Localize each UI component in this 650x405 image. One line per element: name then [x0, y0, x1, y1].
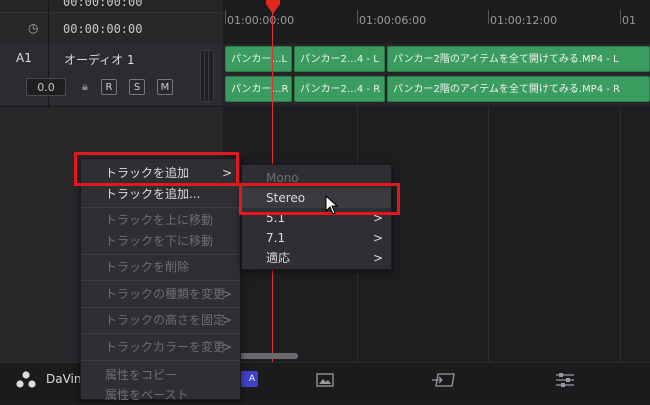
clip-left-3[interactable]: パンカー2階のアイテムを全て開けてみる.MP4 - L — [387, 46, 650, 72]
track-context-menu: トラックを追加 > トラックを追加... トラックを上に移動 トラックを下に移動 … — [80, 158, 241, 402]
menu-item-move-track-down[interactable]: トラックを下に移動 — [81, 231, 240, 251]
resolve-logo-icon — [16, 371, 36, 388]
menu-item-move-track-up[interactable]: トラックを上に移動 — [81, 210, 240, 230]
timecode-row-top: 00:00:00:00 — [0, 0, 223, 13]
highlight-box-add-track — [74, 152, 239, 186]
fairlight-page-badge[interactable]: A — [240, 371, 258, 387]
playhead-handle[interactable] — [266, 4, 280, 14]
solo-button[interactable]: S — [129, 79, 145, 95]
menu-item-label: トラックの高さを固定 — [105, 313, 226, 327]
highlight-box-stereo — [239, 183, 400, 215]
grid-line — [620, 106, 621, 362]
audio-track-header[interactable]: A1 オーディオ 1 — [0, 44, 223, 107]
menu-item-paste-attributes[interactable]: 属性をペースト — [81, 385, 240, 405]
ruler-tick — [488, 10, 489, 24]
chevron-right-icon: > — [221, 340, 232, 354]
menu-separator — [81, 280, 240, 281]
chevron-right-icon: > — [221, 313, 232, 327]
track-name[interactable]: オーディオ 1 — [64, 51, 135, 68]
track-id: A1 — [16, 51, 32, 65]
record-button[interactable]: R — [101, 79, 117, 95]
deliver-page-icon[interactable] — [432, 372, 458, 388]
ruler-tick-label: 01 — [622, 14, 636, 27]
menu-separator — [81, 254, 240, 255]
add-track-submenu: Mono Stereo 5.1 > 7.1 > 適応 > — [241, 164, 392, 270]
menu-item-label: 属性をコピー — [105, 368, 178, 382]
menu-item-change-track-type[interactable]: トラックの種類を変更 > — [81, 284, 240, 304]
clip-right-1[interactable]: パンカー…R — [225, 76, 292, 102]
ruler-tick-label: 01:00:00:00 — [227, 14, 295, 27]
chevron-right-icon: > — [372, 251, 383, 265]
audio-meter — [200, 50, 214, 102]
timecode-row: ◷ 00:00:00:00 — [0, 13, 223, 45]
clip-right-3[interactable]: パンカー2階のアイテムを全て開けてみる.MP4 - R — [387, 76, 650, 102]
timecode-current: 00:00:00:00 — [63, 22, 143, 36]
submenu-item-7-1[interactable]: 7.1 > — [242, 228, 391, 248]
mouse-cursor-icon — [325, 195, 339, 215]
menu-separator — [81, 207, 240, 208]
menu-item-copy-attributes[interactable]: 属性をコピー — [81, 365, 240, 385]
menu-item-change-track-color[interactable]: トラックカラーを変更 > — [81, 337, 240, 357]
lock-icon[interactable]: 🔒︎ — [82, 80, 88, 94]
submenu-item-label: 適応 — [266, 251, 291, 265]
ruler-tick — [225, 10, 226, 24]
menu-item-label: トラックを追加... — [105, 187, 201, 201]
menu-separator — [81, 307, 240, 308]
menu-item-label: トラックを上に移動 — [105, 213, 214, 227]
grid-line — [488, 106, 489, 362]
menu-item-delete-track[interactable]: トラックを削除 — [81, 257, 240, 277]
chevron-right-icon: > — [372, 231, 383, 245]
clock-icon: ◷ — [28, 21, 39, 35]
media-page-icon[interactable] — [316, 373, 334, 387]
timecode-top: 00:00:00:00 — [63, 0, 143, 9]
mute-button[interactable]: M — [157, 79, 173, 95]
menu-item-add-tracks-dialog[interactable]: トラックを追加... — [81, 184, 240, 204]
menu-item-label: トラックを削除 — [105, 260, 190, 274]
chevron-right-icon: > — [221, 287, 232, 301]
clip-right-2[interactable]: パンカー2…4 - R — [294, 76, 385, 102]
track-level-field[interactable]: 0.0 — [26, 78, 66, 96]
menu-item-label: トラックカラーを変更 — [105, 340, 226, 354]
menu-separator — [81, 360, 240, 361]
clip-left-1[interactable]: パンカー…L — [225, 46, 292, 72]
menu-item-fix-track-height[interactable]: トラックの高さを固定 > — [81, 310, 240, 330]
ruler-tick-label: 01:00:06:00 — [359, 14, 427, 27]
fairlight-mixer-icon[interactable] — [554, 372, 576, 388]
timeline-ruler[interactable]: 01:00:00:00 01:00:06:00 01:00:12:00 01 — [223, 0, 650, 45]
menu-item-label: トラックを下に移動 — [105, 234, 214, 248]
submenu-item-adaptive[interactable]: 適応 > — [242, 248, 391, 268]
audio-track-lane[interactable]: パンカー…L パンカー2…4 - L パンカー2階のアイテムを全て開けてみる.M… — [223, 44, 650, 106]
ruler-tick — [357, 10, 358, 24]
menu-item-label: トラックの種類を変更 — [105, 287, 226, 301]
ruler-tick — [620, 10, 621, 24]
menu-separator — [81, 333, 240, 334]
clip-left-2[interactable]: パンカー2…4 - L — [294, 46, 385, 72]
submenu-item-label: 7.1 — [266, 231, 286, 245]
ruler-tick-label: 01:00:12:00 — [490, 14, 558, 27]
